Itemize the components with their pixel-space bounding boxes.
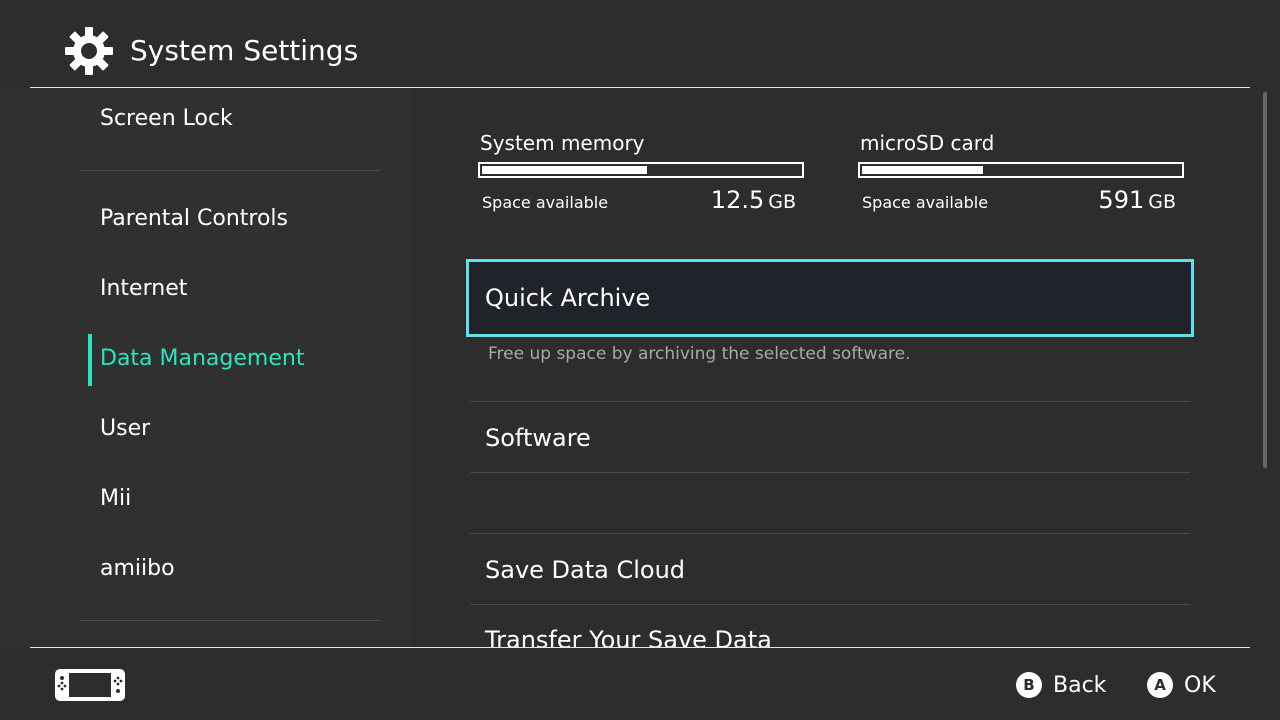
page-title: System Settings [130, 34, 359, 67]
system-settings-window: System Settings Screen Lock Parental Con… [0, 0, 1280, 720]
sidebar-item-internet[interactable]: Internet [100, 274, 187, 304]
sidebar-item-parental-controls[interactable]: Parental Controls [100, 204, 288, 234]
back-label: Back [1053, 672, 1107, 698]
ok-button[interactable]: A OK [1147, 668, 1216, 702]
sidebar-item-screen-lock[interactable]: Screen Lock [100, 104, 233, 134]
back-button[interactable]: B Back [1016, 668, 1106, 702]
transfer-save-data-menu-item[interactable]: Transfer Your Save Data [485, 624, 772, 647]
scrollbar[interactable] [1263, 92, 1267, 468]
gear-icon [65, 27, 113, 75]
header: System Settings [0, 0, 1280, 88]
sidebar-item-mii[interactable]: Mii [100, 484, 131, 514]
sidebar-item-user[interactable]: User [100, 414, 150, 444]
a-button-icon: A [1147, 672, 1173, 698]
sidebar-item-amiibo[interactable]: amiibo [100, 554, 175, 584]
sidebar-divider [80, 170, 380, 171]
sidebar-active-indicator [88, 334, 92, 386]
console-icon [55, 669, 125, 701]
ok-label: OK [1184, 672, 1216, 698]
sidebar-divider [80, 620, 380, 621]
sidebar-item-data-management[interactable]: Data Management [100, 344, 304, 374]
footer-divider [30, 647, 1250, 648]
sidebar: Screen Lock Parental Controls Internet D… [0, 88, 410, 647]
b-button-icon: B [1016, 672, 1042, 698]
menu-clip-region: Transfer Your Save Data [420, 88, 1250, 647]
